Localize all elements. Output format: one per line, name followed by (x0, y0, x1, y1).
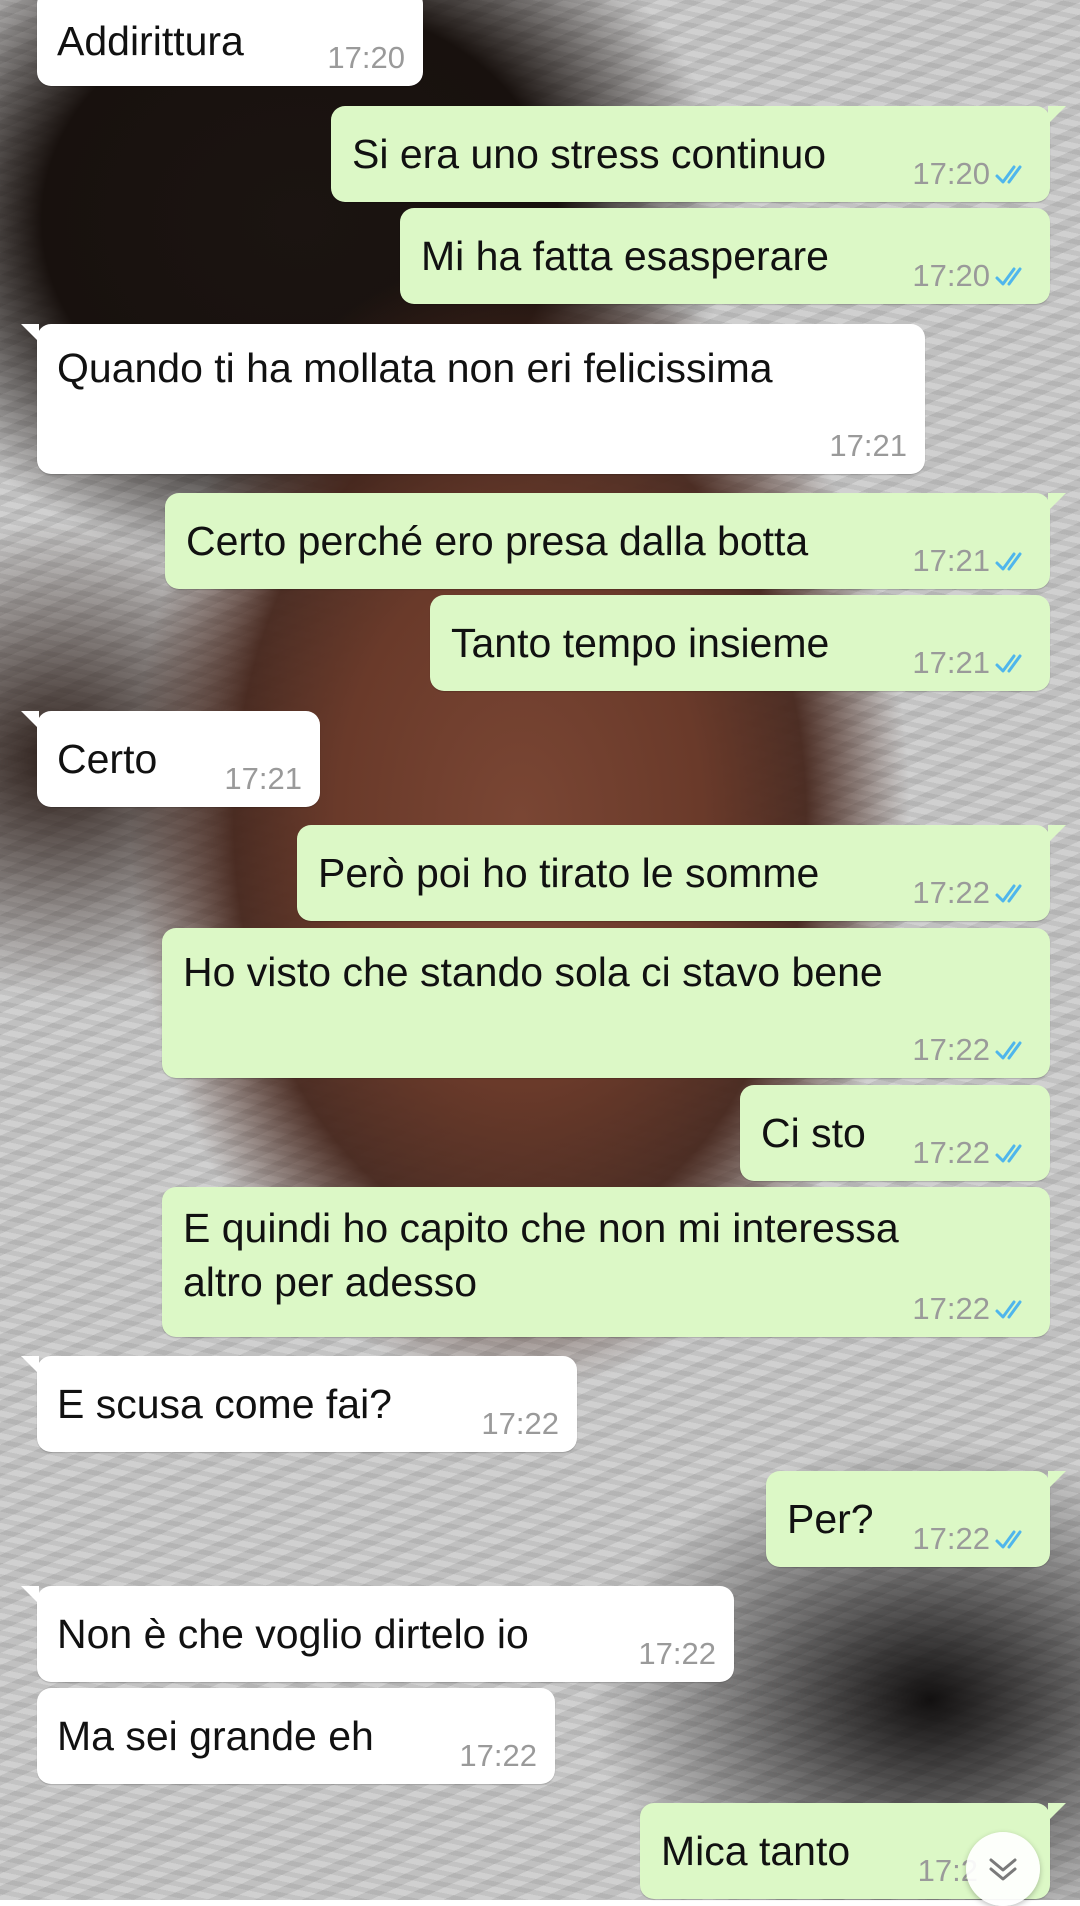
message-meta: 17:20 (912, 156, 1032, 192)
message-text: Mica tanto (661, 1828, 851, 1874)
message-text: Per? (787, 1496, 874, 1542)
message-time: 17:20 (327, 40, 405, 75)
message-time: 17:22 (912, 1521, 990, 1556)
message-meta: 17:22 (638, 1636, 716, 1672)
message-text: Ci sto (761, 1110, 866, 1156)
chevron-down-double-icon (989, 1858, 1017, 1881)
message-time: 17:20 (912, 258, 990, 293)
message-text: Quando ti ha mollata non eri felicissima (57, 345, 773, 391)
message-time: 17:22 (459, 1738, 537, 1773)
message-bubble-outgoing[interactable]: Si era uno stress continuo 17:20 (331, 106, 1066, 202)
message-time: 17:21 (912, 543, 990, 578)
message-meta: 17:22 (912, 1032, 1032, 1068)
message-text: Addirittura (57, 18, 244, 64)
message-text: E scusa come fai? (57, 1381, 392, 1427)
scroll-to-bottom-button[interactable] (966, 1832, 1040, 1906)
message-bubble-incoming[interactable]: Non è che voglio dirtelo io 17:22 (21, 1586, 734, 1682)
message-time: 17:22 (912, 875, 990, 910)
message-time: 17:22 (638, 1636, 716, 1671)
message-text: Però poi ho tirato le somme (318, 850, 820, 896)
message-bubble-incoming[interactable]: Addirittura 17:20 (37, 0, 423, 86)
message-text: Certo perché ero presa dalla botta (186, 518, 809, 564)
message-time: 17:22 (912, 1135, 990, 1170)
double-check-icon (995, 1530, 1022, 1549)
double-check-icon (995, 267, 1022, 286)
message-time: 17:21 (224, 761, 302, 796)
message-time: 17:20 (912, 156, 990, 191)
message-meta: 17:22 (459, 1738, 537, 1774)
message-text: Certo (57, 736, 158, 782)
message-time: 17:22 (481, 1406, 559, 1441)
message-text: Tanto tempo insieme (451, 620, 830, 666)
message-meta: 17:22 (912, 875, 1032, 911)
message-bubble-outgoing[interactable]: E quindi ho capito che non mi interessa … (162, 1187, 1050, 1337)
message-bubble-incoming[interactable]: Certo 17:21 (21, 711, 320, 807)
double-check-icon (995, 654, 1022, 673)
message-meta: 17:20 (327, 40, 405, 76)
double-check-icon (995, 165, 1022, 184)
message-time: 17:22 (912, 1291, 990, 1326)
double-check-icon (995, 1300, 1022, 1319)
message-bubble-incoming[interactable]: Quando ti ha mollata non eri felicissima… (21, 324, 925, 474)
message-text: Mi ha fatta esasperare (421, 233, 829, 279)
message-bubble-outgoing[interactable]: Ho visto che stando sola ci stavo bene 1… (162, 928, 1050, 1078)
message-bubble-outgoing[interactable]: Tanto tempo insieme 17:21 (430, 595, 1050, 691)
message-meta: 17:21 (912, 645, 1032, 681)
message-meta: 17:21 (829, 428, 907, 464)
message-text: Ho visto che stando sola ci stavo bene (183, 949, 883, 995)
message-text: E quindi ho capito che non mi interessa … (183, 1205, 899, 1305)
message-bubble-outgoing[interactable]: Ci sto 17:22 (740, 1085, 1050, 1181)
message-meta: 17:22 (481, 1406, 559, 1442)
message-bubble-incoming[interactable]: Ma sei grande eh 17:22 (37, 1688, 555, 1784)
message-meta: 17:20 (912, 258, 1032, 294)
double-check-icon (995, 1144, 1022, 1163)
message-bubble-outgoing[interactable]: Mi ha fatta esasperare 17:20 (400, 208, 1050, 304)
message-bubble-outgoing[interactable]: Certo perché ero presa dalla botta 17:21 (165, 493, 1066, 589)
message-time: 17:22 (912, 1032, 990, 1067)
message-meta: 17:22 (912, 1291, 1032, 1327)
message-bubble-outgoing[interactable]: Per? 17:22 (766, 1471, 1066, 1567)
double-check-icon (995, 884, 1022, 903)
double-check-icon (995, 1041, 1022, 1060)
message-time: 17:21 (912, 645, 990, 680)
message-bubble-incoming[interactable]: E scusa come fai? 17:22 (21, 1356, 577, 1452)
message-meta: 17:21 (912, 543, 1032, 579)
chat-message-list[interactable]: Addirittura 17:20 Si era uno stress cont… (0, 0, 1080, 1900)
message-bubble-outgoing[interactable]: Però poi ho tirato le somme 17:22 (297, 825, 1066, 921)
message-time: 17:21 (829, 428, 907, 463)
message-text: Non è che voglio dirtelo io (57, 1611, 529, 1657)
double-check-icon (995, 552, 1022, 571)
message-meta: 17:22 (912, 1135, 1032, 1171)
message-meta: 17:21 (224, 761, 302, 797)
message-meta: 17:22 (912, 1521, 1032, 1557)
message-text: Si era uno stress continuo (352, 131, 827, 177)
message-text: Ma sei grande eh (57, 1713, 374, 1759)
